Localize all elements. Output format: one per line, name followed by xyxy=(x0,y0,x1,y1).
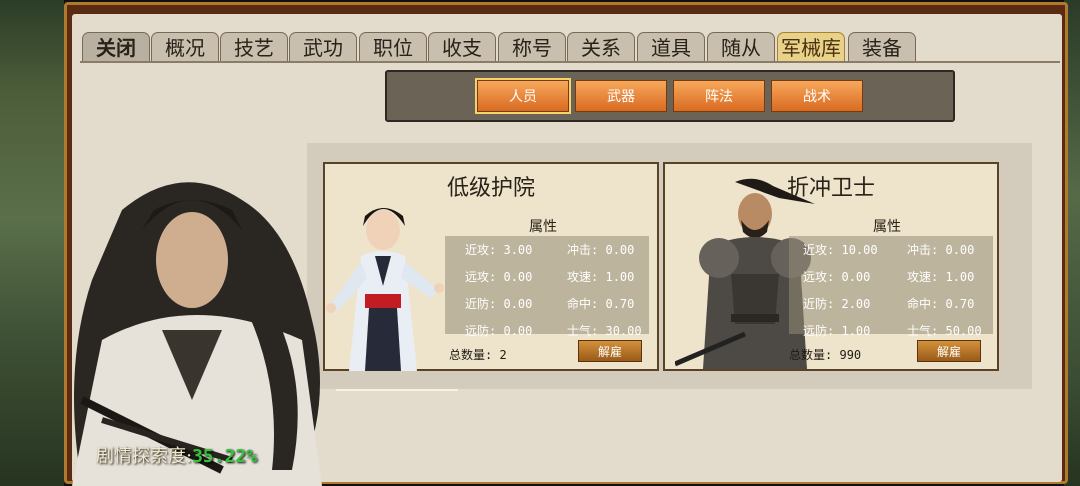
story-progress-value: 35.22% xyxy=(192,446,258,467)
tab-martial-arts[interactable]: 武功 xyxy=(289,32,357,62)
tab-overview[interactable]: 概况 xyxy=(151,32,219,62)
stat-melee-defense: 近防: 2.00 xyxy=(803,297,871,311)
world-map-background-left xyxy=(0,0,64,486)
tab-armory[interactable]: 军械库 xyxy=(777,32,845,62)
stat-melee-attack: 近攻: 3.00 xyxy=(465,243,533,257)
unit-count: 总数量: 2 xyxy=(449,348,507,362)
dismiss-button[interactable]: 解雇 xyxy=(917,340,981,362)
tab-underline xyxy=(80,61,1060,63)
unit-name: 折冲卫士 xyxy=(786,176,875,201)
dismiss-button[interactable]: 解雇 xyxy=(578,340,642,362)
tab-finances[interactable]: 收支 xyxy=(428,32,496,62)
stat-accuracy: 命中: 0.70 xyxy=(567,297,635,311)
story-progress-label: 剧情探索度: xyxy=(96,446,193,467)
attributes-heading: 属性 xyxy=(529,219,557,235)
stat-charge: 冲击: 0.00 xyxy=(907,243,975,257)
tab-followers[interactable]: 随从 xyxy=(707,32,775,62)
attributes-heading: 属性 xyxy=(873,219,901,235)
stat-accuracy: 命中: 0.70 xyxy=(907,297,975,311)
subtab-bar xyxy=(385,70,955,122)
stat-melee-defense: 近防: 0.00 xyxy=(465,297,533,311)
unit-stats: 近攻: 3.00 冲击: 0.00 远攻: 0.00 攻速: 1.00 近防: … xyxy=(445,236,649,338)
tab-close[interactable]: 关闭 xyxy=(82,32,150,62)
stat-ranged-attack: 远攻: 0.00 xyxy=(803,270,871,284)
swordsman-portrait-icon xyxy=(62,170,342,486)
subtab-personnel[interactable]: 人员 xyxy=(475,78,571,114)
tab-titles[interactable]: 称号 xyxy=(498,32,566,62)
stat-ranged-attack: 远攻: 0.00 xyxy=(465,270,533,284)
stat-morale: 士气: 50.00 xyxy=(907,324,982,338)
unit-count: 总数量: 990 xyxy=(789,348,862,362)
unit-card: 低级护院 属性 近攻: 3.00 冲击: 0.00 远攻: 0.00 攻速: 1… xyxy=(323,162,659,371)
subtab-formations[interactable]: 阵法 xyxy=(673,80,765,112)
stat-morale: 士气: 30.00 xyxy=(567,324,642,338)
unit-card: 折冲卫士 属性 近攻: 10.00 冲击: 0.00 远攻: 0.00 攻速: … xyxy=(663,162,999,371)
subtab-weapons[interactable]: 武器 xyxy=(575,80,667,112)
unit-stats: 近攻: 10.00 冲击: 0.00 远攻: 0.00 攻速: 1.00 近防:… xyxy=(789,236,993,338)
tab-skills[interactable]: 技艺 xyxy=(220,32,288,62)
stat-attack-speed: 攻速: 1.00 xyxy=(567,270,635,284)
tab-items[interactable]: 道具 xyxy=(637,32,705,62)
tab-equipment[interactable]: 装备 xyxy=(848,32,916,62)
subtab-tactics[interactable]: 战术 xyxy=(771,80,863,112)
unit-name: 低级护院 xyxy=(446,176,535,201)
scroll-indicator[interactable] xyxy=(336,389,458,391)
stat-charge: 冲击: 0.00 xyxy=(567,243,635,257)
stat-ranged-defense: 远防: 1.00 xyxy=(803,324,871,338)
tab-relations[interactable]: 关系 xyxy=(567,32,635,62)
tab-position[interactable]: 职位 xyxy=(359,32,427,62)
stat-melee-attack: 近攻: 10.00 xyxy=(803,243,878,257)
story-progress: 剧情探索度:35.22% xyxy=(96,442,257,468)
stat-attack-speed: 攻速: 1.00 xyxy=(907,270,975,284)
stat-ranged-defense: 远防: 0.00 xyxy=(465,324,533,338)
